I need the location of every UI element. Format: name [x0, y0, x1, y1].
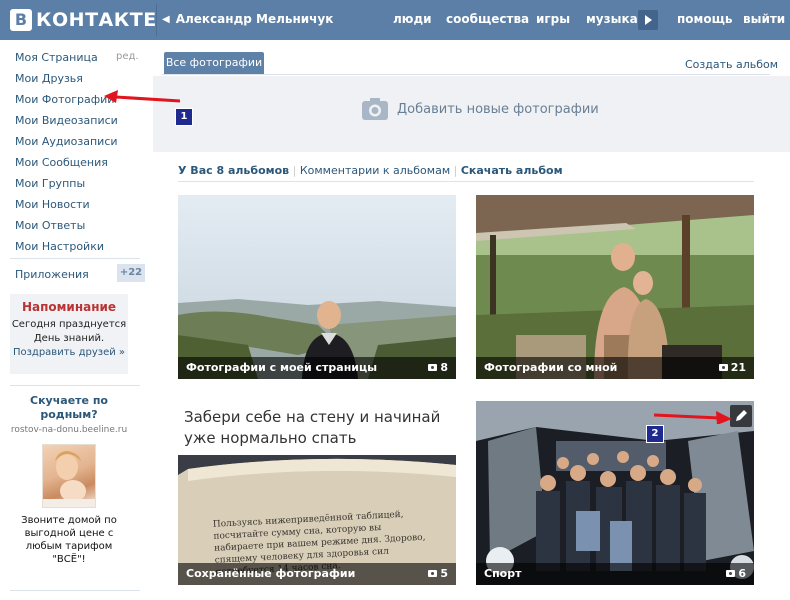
album-card[interactable]: Спорт 6 — [476, 401, 754, 585]
pencil-icon[interactable] — [730, 405, 752, 427]
album-cover-text-area: Забери себе на стену и начинай уже норма… — [178, 401, 456, 455]
create-album-link[interactable]: Создать альбом — [685, 58, 778, 71]
albums-divider — [178, 181, 754, 182]
sidebar-item-news[interactable]: Мои Новости — [15, 198, 90, 211]
album-cover-forest — [476, 195, 754, 379]
cover-caption: Забери себе на стену и начинай уже норма… — [184, 408, 441, 447]
camera-icon — [362, 98, 388, 120]
sidebar-item-apps[interactable]: Приложения — [15, 268, 89, 281]
album-cover-sport-group — [476, 401, 754, 585]
camera-icon — [726, 570, 736, 577]
sidebar-item-settings[interactable]: Мои Настройки — [15, 240, 104, 253]
annotation-badge-1: 1 — [175, 108, 193, 126]
reminder-line-1: Сегодня празднуется — [11, 319, 127, 330]
ad-block[interactable]: Скучаете по родным? rostov-na-donu.beeli… — [10, 394, 128, 566]
album-count: 6 — [726, 567, 746, 580]
left-sidebar: Моя Страница ред. Мои Друзья Мои Фотогра… — [0, 40, 152, 600]
albums-bar: У Вас 8 альбомов | Комментарии к альбома… — [178, 164, 563, 177]
album-title[interactable]: Сохранённые фотографии — [186, 567, 355, 580]
edit-link[interactable]: ред. — [116, 51, 139, 62]
album-card[interactable]: Фотографии со мной 21 — [476, 195, 754, 379]
logo-letter: В — [10, 9, 32, 31]
sidebar-item-friends[interactable]: Мои Друзья — [15, 72, 83, 85]
congratulate-link[interactable]: Поздравить друзей » — [10, 347, 128, 358]
ad-title[interactable]: Скучаете по родным? — [10, 394, 128, 422]
upload-photos-area[interactable]: Добавить новые фотографии — [153, 76, 790, 152]
ad-image[interactable] — [42, 444, 96, 508]
reminder-box: Напоминание Сегодня празднуется День зна… — [10, 294, 128, 374]
album-title[interactable]: Фотографии с моей страницы — [186, 361, 377, 374]
sidebar-item-my-page[interactable]: Моя Страница — [15, 51, 98, 64]
ad-text[interactable]: Звоните домой по выгодной цене с любым т… — [10, 514, 128, 566]
upload-label[interactable]: Добавить новые фотографии — [397, 102, 599, 117]
nav-games[interactable]: игры — [536, 12, 570, 26]
tab-all-photos[interactable]: Все фотографии — [164, 52, 264, 74]
camera-icon — [428, 570, 438, 577]
header-divider — [156, 4, 157, 36]
play-icon[interactable] — [638, 10, 658, 30]
album-card[interactable]: Забери себе на стену и начинай уже норма… — [178, 401, 456, 585]
nav-music[interactable]: музыка — [586, 12, 638, 26]
user-menu[interactable]: ◀ Александр Мельничук — [162, 12, 333, 26]
download-album-link[interactable]: Скачать альбом — [461, 164, 563, 177]
sidebar-item-answers[interactable]: Мои Ответы — [15, 219, 85, 232]
red-arrow-icon — [104, 90, 180, 103]
sidebar-item-photos[interactable]: Мои Фотографии — [15, 93, 114, 106]
nav-communities[interactable]: сообщества — [446, 12, 529, 26]
album-title[interactable]: Фотографии со мной — [484, 361, 617, 374]
main-content: Все фотографии Создать альбом Добавить н… — [152, 40, 790, 600]
album-cover-mountain — [178, 195, 456, 379]
reminder-line-2: День знаний. — [33, 333, 105, 344]
nav-help[interactable]: помощь — [677, 12, 732, 26]
red-arrow-icon — [654, 411, 732, 424]
reminder-title: Напоминание — [21, 300, 117, 314]
camera-icon — [428, 364, 438, 371]
logo-text: КОНТАКТЕ — [36, 9, 157, 31]
albums-count[interactable]: У Вас 8 альбомов — [178, 164, 289, 177]
sidebar-divider — [10, 385, 140, 386]
sidebar-item-videos[interactable]: Мои Видеозаписи — [15, 114, 118, 127]
album-count: 5 — [428, 567, 448, 580]
chevron-left-icon: ◀ — [162, 13, 170, 25]
user-name: Александр Мельничук — [175, 12, 334, 26]
tab-bar: Все фотографии — [162, 52, 770, 75]
sidebar-item-groups[interactable]: Мои Группы — [15, 177, 85, 190]
vk-logo[interactable]: В КОНТАКТЕ — [10, 8, 157, 32]
nav-logout[interactable]: выйти — [743, 12, 785, 26]
sidebar-item-messages[interactable]: Мои Сообщения — [15, 156, 108, 169]
album-comments-link[interactable]: Комментарии к альбомам — [300, 164, 450, 177]
sidebar-divider — [10, 258, 140, 259]
sidebar-divider — [10, 590, 140, 591]
camera-icon — [718, 364, 728, 371]
album-card[interactable]: Фотографии с моей страницы 8 — [178, 195, 456, 379]
nav-people[interactable]: люди — [393, 12, 432, 26]
annotation-badge-2: 2 — [646, 425, 664, 443]
album-title[interactable]: Спорт — [484, 567, 521, 580]
pencil-glyph — [736, 410, 747, 421]
sidebar-item-audio[interactable]: Мои Аудиозаписи — [15, 135, 118, 148]
album-count: 21 — [718, 361, 746, 374]
top-header: В КОНТАКТЕ ◀ Александр Мельничук люди со… — [0, 0, 790, 40]
ad-domain[interactable]: rostov-na-donu.beeline.ru — [10, 425, 128, 436]
mother-child-photo — [43, 451, 95, 507]
apps-count-badge[interactable]: +22 — [117, 264, 145, 282]
album-count: 8 — [428, 361, 448, 374]
